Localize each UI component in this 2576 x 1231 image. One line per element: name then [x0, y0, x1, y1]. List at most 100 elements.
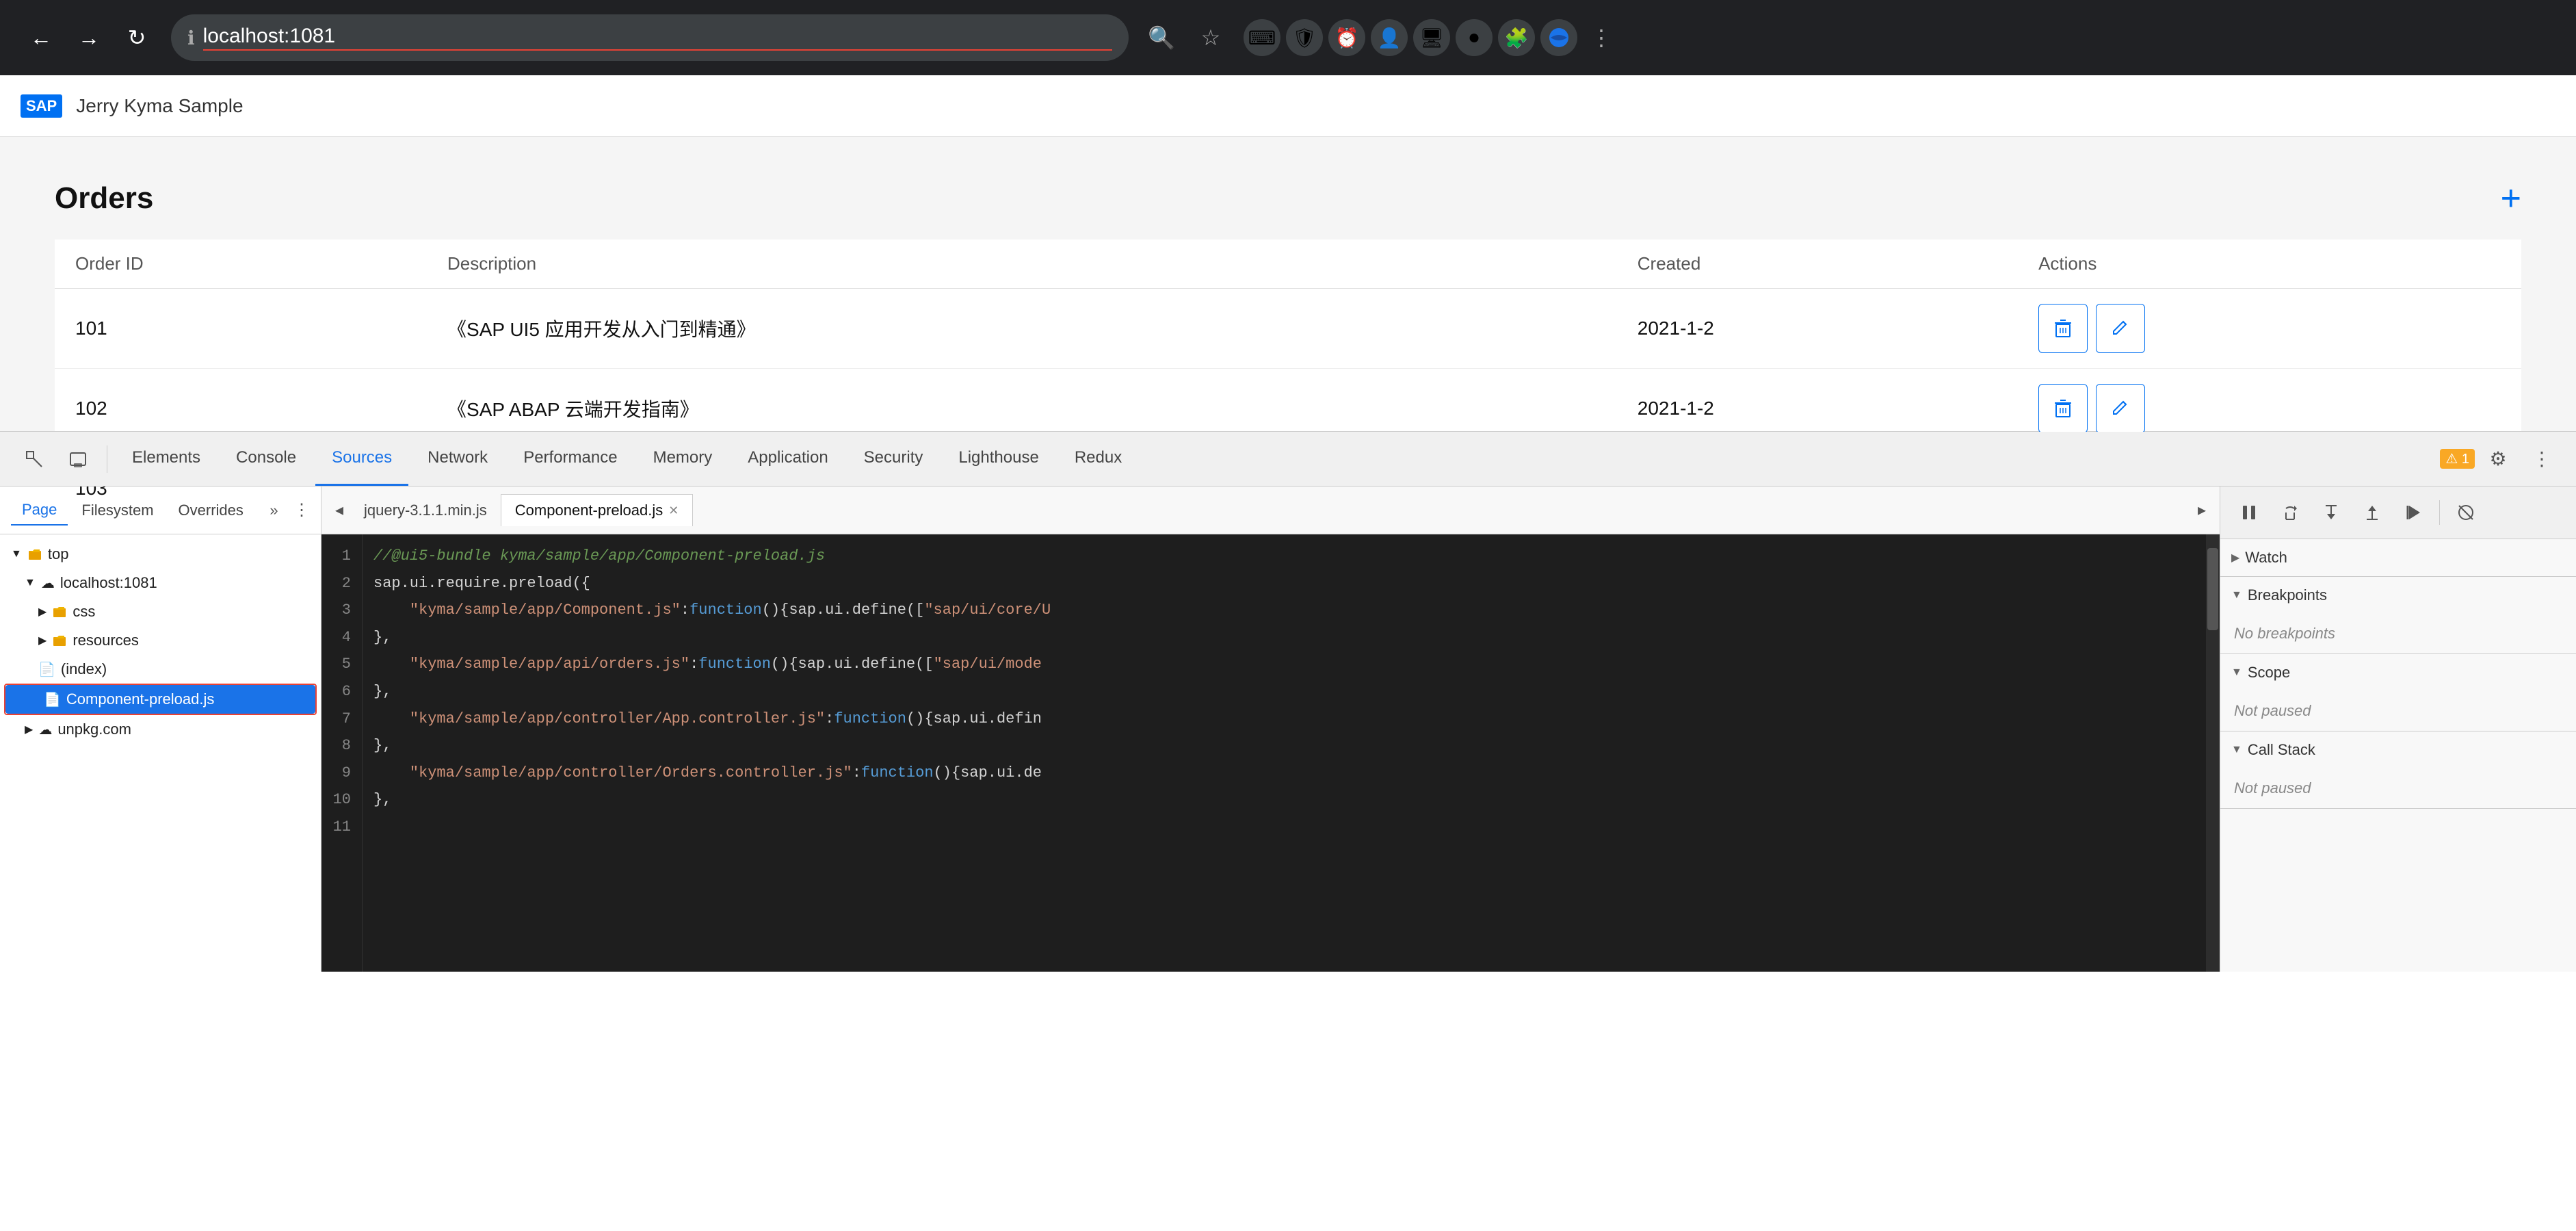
search-button[interactable]: 🔍 — [1142, 18, 1181, 57]
bookmark-button[interactable]: ☆ — [1192, 18, 1230, 57]
call-stack-label: Call Stack — [2248, 741, 2315, 759]
triangle-down-icon: ▼ — [2231, 589, 2242, 601]
pause-button[interactable] — [2231, 495, 2267, 530]
tab-label: jquery-3.1.1.min.js — [364, 502, 487, 519]
call-stack-not-paused: Not paused — [2220, 768, 2576, 808]
vertical-scrollbar[interactable] — [2206, 534, 2220, 972]
call-stack-section: ▼ Call Stack Not paused — [2220, 731, 2576, 809]
order-actions-cell — [2018, 289, 2521, 369]
back-button[interactable]: ← — [21, 17, 62, 58]
code-line-6: }, — [373, 678, 2195, 705]
shield-ext-icon[interactable]: 🛡 — [1286, 19, 1323, 56]
record-ext-icon[interactable]: ⏺ — [1456, 19, 1493, 56]
add-order-button[interactable]: + — [2501, 178, 2521, 219]
tab-redux[interactable]: Redux — [1058, 432, 1138, 486]
expand-icon: ▶ — [25, 723, 33, 736]
call-stack-section-header[interactable]: ▼ Call Stack — [2220, 731, 2576, 768]
deactivate-breakpoints-button[interactable] — [2448, 495, 2484, 530]
watch-section-header[interactable]: ▶ Watch — [2220, 539, 2576, 576]
order-description-cell: 《SAP UI5 应用开发从入门到精通》 — [427, 289, 1617, 369]
file-tree: ▼ top ▼ ☁ localhost:1081 ▶ css — [0, 534, 321, 972]
tab-jquery[interactable]: jquery-3.1.1.min.js — [350, 495, 501, 526]
watch-section: ▶ Watch — [2220, 539, 2576, 577]
table-row: 101 《SAP UI5 应用开发从入门到精通》 2021-1-2 — [55, 289, 2521, 369]
address-input[interactable] — [203, 25, 1112, 51]
reload-button[interactable]: ↻ — [116, 17, 157, 58]
sap-app-bar: SAP Jerry Kyma Sample — [0, 75, 2576, 137]
tree-label: Component-preload.js — [66, 690, 214, 708]
code-panel: ◂ jquery-3.1.1.min.js Component-preload.… — [321, 487, 2220, 972]
debug-panel: ▶ Watch ▼ Breakpoints No breakpoints ▼ S… — [2220, 487, 2576, 972]
tree-item-css[interactable]: ▶ css — [0, 597, 321, 626]
tree-item-unpkg[interactable]: ▶ ☁ unpkg.com — [0, 715, 321, 744]
warning-badge: ⚠ 1 — [2440, 449, 2475, 469]
close-tab-icon[interactable]: ✕ — [668, 504, 679, 518]
tab-label: Component-preload.js — [515, 502, 663, 519]
file-more-tabs-button[interactable]: » — [270, 502, 278, 519]
more-ext-icon[interactable]: ⋮ — [1583, 19, 1620, 56]
file-options-button[interactable]: ⋮ — [293, 500, 310, 520]
code-line-2: sap.ui.require.preload({ — [373, 570, 2195, 597]
device-toolbar-button[interactable] — [57, 439, 98, 480]
tab-elements[interactable]: Elements — [116, 432, 217, 486]
devtools-more-button[interactable]: ⋮ — [2521, 439, 2562, 480]
step-out-button[interactable] — [2354, 495, 2390, 530]
file-panel: Page Filesystem Overrides » ⋮ ▼ top ▼ ☁ … — [0, 487, 321, 972]
user-ext-icon[interactable]: 👤 — [1371, 19, 1408, 56]
info-icon: ℹ — [187, 27, 195, 49]
tab-network[interactable]: Network — [411, 432, 504, 486]
breakpoints-section-header[interactable]: ▼ Breakpoints — [2220, 577, 2576, 614]
browser-actions: 🔍 ☆ — [1142, 18, 1230, 57]
keyboard-ext-icon[interactable]: ⌨ — [1244, 19, 1280, 56]
breakpoints-label: Breakpoints — [2248, 586, 2327, 604]
file-icon: 📄 — [38, 661, 55, 678]
delete-order-button[interactable] — [2038, 384, 2088, 433]
tab-application[interactable]: Application — [731, 432, 844, 486]
tree-item-index[interactable]: 📄 (index) — [0, 655, 321, 684]
scrollbar-thumb[interactable] — [2207, 548, 2218, 630]
tab-console[interactable]: Console — [220, 432, 313, 486]
table-header-row: Order ID Description Created Actions — [55, 239, 2521, 289]
prev-tab-button[interactable]: ◂ — [328, 500, 350, 520]
tree-label: css — [73, 603, 95, 621]
debug-separator — [2439, 500, 2440, 525]
puzzle-ext-icon[interactable]: 🧩 — [1498, 19, 1535, 56]
file-tab-filesystem[interactable]: Filesystem — [70, 496, 164, 525]
edit-order-button[interactable] — [2096, 304, 2145, 353]
tree-item-localhost[interactable]: ▼ ☁ localhost:1081 — [0, 569, 321, 597]
tab-performance[interactable]: Performance — [507, 432, 633, 486]
tab-lighthouse[interactable]: Lighthouse — [942, 432, 1055, 486]
inspect-element-button[interactable] — [14, 439, 55, 480]
tree-item-component-preload[interactable]: 📄 Component-preload.js — [5, 685, 315, 714]
address-bar: ℹ — [171, 14, 1129, 61]
folder-icon — [52, 633, 67, 648]
tab-memory[interactable]: Memory — [637, 432, 729, 486]
tab-sources[interactable]: Sources — [315, 432, 408, 486]
step-button[interactable] — [2395, 495, 2431, 530]
code-line-7: "kyma/sample/app/controller/App.controll… — [373, 705, 2195, 733]
edit-order-button[interactable] — [2096, 384, 2145, 433]
devtools-settings-button[interactable]: ⚙ — [2478, 439, 2519, 480]
delete-order-button[interactable] — [2038, 304, 2088, 353]
tree-item-top[interactable]: ▼ top — [0, 540, 321, 569]
tab-security[interactable]: Security — [847, 432, 940, 486]
step-over-button[interactable] — [2272, 495, 2308, 530]
folder-icon — [27, 547, 42, 562]
tab-component-preload[interactable]: Component-preload.js ✕ — [501, 494, 694, 526]
code-lines: //@ui5-bundle kyma/sample/app/Component-… — [363, 534, 2206, 972]
tree-label: unpkg.com — [57, 721, 131, 738]
file-tab-overrides[interactable]: Overrides — [168, 496, 254, 525]
code-line-9: "kyma/sample/app/controller/Orders.contr… — [373, 760, 2195, 787]
file-tab-page[interactable]: Page — [11, 495, 68, 526]
globe-ext-icon[interactable] — [1540, 19, 1577, 56]
step-into-button[interactable] — [2313, 495, 2349, 530]
forward-button[interactable]: → — [68, 17, 109, 58]
breakpoints-section: ▼ Breakpoints No breakpoints — [2220, 577, 2576, 654]
clock-ext-icon[interactable]: ⏰ — [1328, 19, 1365, 56]
scope-section-header[interactable]: ▼ Scope — [2220, 654, 2576, 691]
tree-item-resources[interactable]: ▶ resources — [0, 626, 321, 655]
col-order-id: Order ID — [55, 239, 427, 289]
next-tab-button[interactable]: ▸ — [2191, 500, 2213, 520]
devtools-body: Page Filesystem Overrides » ⋮ ▼ top ▼ ☁ … — [0, 487, 2576, 972]
screen-ext-icon[interactable]: 🖥 — [1413, 19, 1450, 56]
